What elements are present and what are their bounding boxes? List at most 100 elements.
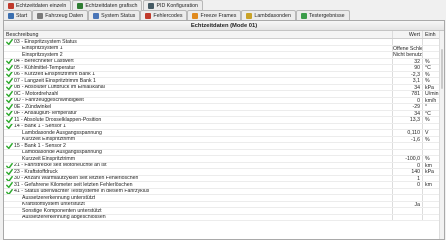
table-header: Beschreibung Wert Einh bbox=[4, 31, 444, 39]
cell-description: 0B - Absoluter Luftdruck im Einlaßkanal bbox=[4, 84, 392, 91]
tab-pid-config[interactable]: PID Konfiguration bbox=[143, 0, 204, 10]
row-description: Sonstige Komponenten unterstützt bbox=[22, 208, 102, 214]
cell-description: 41 - Status überwachter Testsysteme in d… bbox=[4, 188, 392, 195]
tab-lambda-probe[interactable]: Lambdasonden bbox=[241, 10, 296, 20]
tab-label: Echtzeitdaten grafisch bbox=[85, 2, 138, 9]
row-description: Kurzzeit Einspritztrimm bbox=[22, 156, 76, 162]
checkmark-icon bbox=[6, 104, 13, 110]
checkmark-icon bbox=[6, 97, 13, 104]
cell-value: 140 bbox=[392, 169, 422, 175]
cell-value: 1 bbox=[392, 175, 422, 182]
cell-description: 04 - Berechneter Lastwert bbox=[4, 58, 392, 65]
checkmark-icon bbox=[6, 188, 13, 195]
cell-description: 0C - Motordrehzahl bbox=[4, 91, 392, 97]
cell-value: 13,3 bbox=[392, 117, 422, 123]
row-description: Einspritzsystem 2 bbox=[22, 52, 63, 58]
checkmark-icon bbox=[6, 39, 13, 45]
row-description: 05 - Kühlmittel-Temperatur bbox=[14, 65, 76, 71]
cell-description: 30 - Anzahl Warmlaufzyklen seit letzten … bbox=[4, 175, 392, 182]
checkmark-icon bbox=[6, 175, 13, 182]
cell-description: Aussetzererkennung abgeschlossen bbox=[4, 215, 392, 221]
tab-label: PID Konfiguration bbox=[156, 2, 199, 9]
row-description: 07 - Langzeit Einspritztrimm Bank 1 bbox=[14, 78, 96, 84]
cell-value: Offene Schleife bbox=[392, 45, 422, 52]
cell-description: Kurzzeit Einspritztrimm bbox=[4, 156, 392, 162]
tab-label: Fahrzeug Daten bbox=[45, 12, 84, 19]
row-description: Lambdasonde Ausgangsspannung bbox=[22, 130, 102, 136]
cell-value: 34 bbox=[392, 84, 422, 91]
tab-label: Lambdasonden bbox=[254, 12, 291, 19]
checkmark-icon bbox=[6, 91, 13, 97]
realtime-graph-icon bbox=[77, 2, 84, 9]
checkmark-icon bbox=[6, 117, 13, 123]
cell-value bbox=[392, 123, 422, 130]
cell-description: 14 - Bank 1 - Sensor 1 bbox=[4, 123, 392, 130]
row-description: 0E - Zündwinkel bbox=[14, 104, 52, 110]
row-description: 15 - Bank 1 - Sensor 2 bbox=[14, 143, 66, 149]
cell-description: Kurzzeit Einspritztrimm bbox=[4, 137, 392, 143]
checkmark-icon bbox=[6, 169, 13, 175]
row-description: 03 - Einspritzsystem Status bbox=[14, 39, 77, 45]
checkmark-icon bbox=[6, 162, 13, 169]
table-row[interactable]: Aussetzererkennung abgeschlossen bbox=[4, 214, 444, 222]
start-icon bbox=[8, 12, 14, 19]
cell-value: -100,0 bbox=[392, 156, 422, 162]
cell-value bbox=[392, 143, 422, 149]
tab-freeze-frames[interactable]: Freeze Frames bbox=[187, 10, 242, 20]
tab-vehicle-data[interactable]: Fahrzeug Daten bbox=[32, 10, 89, 20]
realtime-single-icon bbox=[8, 2, 14, 9]
row-description: Kraftstoffsystem unterstützt bbox=[22, 201, 85, 208]
row-description: Kurzzeit Einspritztrimm bbox=[22, 136, 76, 143]
tab-start[interactable]: Start bbox=[3, 10, 33, 20]
row-description: Einspritzsystem 1 bbox=[22, 45, 63, 52]
row-description: 0B - Absoluter Luftdruck im Einlaßkanal bbox=[14, 84, 105, 91]
cell-value: 90 bbox=[392, 65, 422, 71]
realtime-data-panel: Echtzeitdaten (Mode 01) Beschreibung Wer… bbox=[3, 20, 445, 240]
checkmark-icon bbox=[6, 143, 13, 149]
cell-description: 06 - Kurzzeit Einspritztrimm Bank 1 bbox=[4, 71, 392, 78]
tab-label: System Status bbox=[101, 12, 136, 19]
cell-value: -29 bbox=[392, 104, 422, 110]
cell-description: 0F - Ansaugluft-Temperatur bbox=[4, 110, 392, 117]
cell-value: 34 bbox=[392, 110, 422, 117]
cell-value bbox=[392, 188, 422, 195]
row-description: 0C - Motordrehzahl bbox=[14, 91, 59, 97]
cell-description: 15 - Bank 1 - Sensor 2 bbox=[4, 143, 392, 149]
scrollbar-thumb[interactable] bbox=[441, 49, 443, 89]
tab-realtime-single[interactable]: Echtzeitdaten einzeln bbox=[3, 0, 72, 10]
checkmark-icon bbox=[6, 58, 13, 65]
cell-description: Sonstige Komponenten unterstützt bbox=[4, 208, 392, 214]
tab-label: Testergebnisse bbox=[308, 12, 345, 19]
cell-value: 781 bbox=[392, 91, 422, 97]
cell-value: 0 bbox=[392, 162, 422, 169]
tab-test-results[interactable]: Testergebnisse bbox=[295, 10, 350, 20]
cell-description: 07 - Langzeit Einspritztrimm Bank 1 bbox=[4, 78, 392, 84]
row-description: 41 - Status überwachter Testsysteme in d… bbox=[14, 188, 150, 195]
tab-system-status[interactable]: System Status bbox=[88, 10, 141, 20]
column-header-value[interactable]: Wert bbox=[392, 31, 422, 38]
checkmark-icon bbox=[6, 182, 13, 188]
cell-value: 3,1 bbox=[392, 78, 422, 84]
cell-value: Ja bbox=[392, 201, 422, 208]
pid-config-icon bbox=[148, 2, 155, 9]
checkmark-icon bbox=[6, 65, 13, 71]
column-header-description[interactable]: Beschreibung bbox=[4, 31, 392, 38]
cell-description: 23 - Kraftstoffdruck bbox=[4, 169, 392, 175]
cell-description: 11 - Absolute Drosselklappen-Position bbox=[4, 117, 392, 123]
cell-description: 0E - Zündwinkel bbox=[4, 104, 392, 110]
tab-error-codes[interactable]: Fehlercodes bbox=[140, 10, 188, 20]
row-description: 06 - Kurzzeit Einspritztrimm Bank 1 bbox=[14, 71, 96, 78]
tab-strip-main: Start Fahrzeug Daten System Status Fehlerco… bbox=[3, 10, 350, 20]
checkmark-icon bbox=[6, 71, 13, 78]
freeze-frames-icon bbox=[192, 12, 199, 19]
data-table-body: 03 - Einspritzsystem Status Einspritzsyst… bbox=[4, 39, 444, 239]
tab-label: Start bbox=[16, 12, 28, 19]
cell-description: Kraftstoffsystem unterstützt bbox=[4, 202, 392, 208]
vertical-scrollbar[interactable] bbox=[439, 31, 444, 239]
row-description: 21 - Fahrstrecke seit Motorleuchte an is… bbox=[14, 162, 107, 169]
cell-value: 32 bbox=[392, 58, 422, 65]
tab-label: Freeze Frames bbox=[200, 12, 237, 19]
row-description: 04 - Berechneter Lastwert bbox=[14, 58, 74, 65]
row-description: 11 - Absolute Drosselklappen-Position bbox=[14, 117, 102, 123]
tab-realtime-graph[interactable]: Echtzeitdaten grafisch bbox=[72, 0, 143, 10]
